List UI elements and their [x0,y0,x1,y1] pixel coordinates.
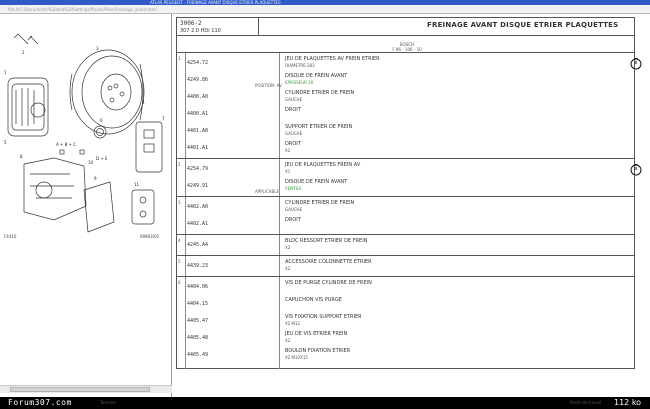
part-description: CAPUCHON VIS PURGE [285,297,342,303]
callout-number: 1 [4,70,7,75]
part-description: JEU DE PLAQUETTES AV FREIN ETRIER [285,56,380,62]
part-number-link[interactable]: 4402.A1 [187,221,208,227]
part-number-link[interactable]: 4401.A0 [187,128,208,134]
part-number-link[interactable]: 4405.47 [187,318,208,324]
part-detail: X1 [285,169,291,174]
section-ref: 5 [178,259,181,264]
section-ref: 3 [178,200,181,205]
address-text: file:///C:/Documents%20and%20Settings/Pi… [8,7,157,12]
clock-icon[interactable] [630,164,642,176]
part-detail: X2 M10X15 [285,355,308,360]
section-ref: 1 [178,56,181,61]
part-description: ACCESSOIRE COLONNETTE ETRIER [285,259,372,265]
callout-number: 7 [162,116,165,121]
part-number-link[interactable]: 4400.A0 [187,94,208,100]
parts-pane: 3006-2 307 2.0 HDi 110 FREINAGE AVANT DI… [174,14,650,397]
callout-number: 6 [100,118,103,123]
site-brand: Forum307.com [8,398,72,407]
callout-number: 4 [142,100,145,105]
part-detail: X2 [285,266,291,271]
scrollbar-thumb[interactable] [10,387,150,392]
part-number-link[interactable]: 4400.A1 [187,111,208,117]
part-description: DISQUE DE FREIN AVANT [285,73,348,79]
status-text: Termine [100,400,116,405]
part-description: CYLINDRE ETRIER DE FREIN [285,200,355,206]
part-number-link[interactable]: 4405.48 [187,335,208,341]
part-note: APPLICABLE [255,189,279,194]
part-description: VIS FIXATION SUPPORT ETRIER [285,314,362,320]
part-detail: X2 [285,245,291,250]
parts-section: 6 4404.06 VIS DE PURGE CYLINDRE DE FREIN 44… [177,276,634,365]
callout-number: 9 [94,176,97,181]
part-detail: X2 [285,338,291,343]
parts-section: 5 4439.23 ACCESSOIRE COLONNETTE ETRIER X2 [177,255,634,276]
part-number-link[interactable]: 4404.15 [187,301,208,307]
header-code-cell: 3006-2 307 2.0 HDi 110 [177,18,259,35]
bolt-shape [13,33,39,45]
section-ref: 4 [178,238,181,243]
part-description: JEU DE VIS ETRIER FREIN [285,331,348,337]
status-bar: Forum307.com Termine Poste de travail 11… [0,397,650,409]
part-number-link[interactable]: 4254.79 [187,166,208,172]
part-number-link[interactable]: 4404.06 [187,284,208,290]
section-ref: 2 [178,162,181,167]
page-title: FREINAGE AVANT DISQUE ETRIER PLAQUETTES [427,21,619,29]
status-zone: Poste de travail [570,400,602,405]
part-description: JEU DE PLAQUETTES FREIN AV [285,162,361,168]
part-number-link[interactable]: 4245.A4 [187,242,208,248]
parts-section: 2 4254.79 JEU DE PLAQUETTES FREIN AV X1 4249… [177,158,634,196]
file-size: 112 ko [614,398,642,407]
part-number-link[interactable]: 4405.49 [187,352,208,358]
callout-number: 8 [20,154,23,159]
legend-abc: A + B + C [56,142,76,147]
part-detail: DIAMETRE 283 [285,63,315,68]
part-description: CYLINDRE ETRIER DE FREIN [285,90,355,96]
part-detail: X2 M12 [285,321,301,326]
part-description: BOULON FIXATION ETRIER [285,348,351,354]
part-description: SUPPORT ETRIER DE FREIN [285,124,353,130]
horizontal-scrollbar[interactable] [0,385,172,393]
part-number-link[interactable]: 4439.23 [187,263,208,269]
callout-number: 11 [134,182,140,187]
section-ref: 6 [178,280,181,285]
part-description: DROIT [285,217,301,223]
brake-exploded-diagram: 1 2 3 4 5 6 7 8 9 10 11 A + B + C D + E [4,33,165,233]
callout-number: 2 [22,50,25,55]
parts-table: 3006-2 307 2.0 HDi 110 FREINAGE AVANT DI… [176,17,635,369]
diagram-ref-right: 09803/01 [140,234,160,239]
legend-de: D + E [96,156,108,161]
part-detail: GAUCHE [285,131,303,136]
part-number-link[interactable]: 4249.91 [187,183,208,189]
parts-section: 3 4402.A0 CYLINDRE ETRIER DE FREIN GAUCHE 44… [177,196,634,234]
diagram-pane: 1 2 3 4 5 6 7 8 9 10 11 A + B + C D + E … [0,14,172,397]
parts-section: 4 4245.A4 BLOC RESSORT ETRIER DE FREIN X2 [177,234,634,255]
part-description: DROIT [285,107,301,113]
sub-header: BOSCH F 96 - 106 - 10 [377,42,437,52]
part-description: DISQUE DE FREIN AVANT [285,179,348,185]
part-description: BLOC RESSORT ETRIER DE FREIN [285,238,368,244]
part-description: VIS DE PURGE CYLINDRE DE FREIN [285,280,372,286]
part-number-link[interactable]: 4249.86 [187,77,208,83]
callout-number: 3 [96,46,99,51]
part-number-link[interactable]: 4402.A0 [187,204,208,210]
part-description: DROIT [285,141,301,147]
part-number-link[interactable]: 4254.72 [187,60,208,66]
part-detail: VENTILE [285,186,302,191]
part-detail: GAUCHE [285,97,303,102]
header-code: 3006-2 [180,20,202,27]
part-detail: X2 [285,148,291,153]
part-note: POSITION: AV [255,83,282,88]
callout-number: 5 [4,140,7,145]
part-number-link[interactable]: 4401.A1 [187,145,208,151]
part-detail: GAUCHE [285,207,303,212]
table-header: 3006-2 307 2.0 HDi 110 FREINAGE AVANT DI… [177,18,634,36]
address-bar[interactable]: file:///C:/Documents%20and%20Settings/Pi… [0,5,650,14]
parts-section: 1 4254.72 JEU DE PLAQUETTES AV FREIN ETRIE… [177,52,634,158]
header-model: 307 2.0 HDi 110 [180,28,221,34]
callout-number: 10 [88,160,94,165]
part-detail: EPAISSEUR 26 [285,80,314,85]
clock-icon[interactable] [630,58,642,70]
diagram-ref-left: F4410 [4,234,17,239]
